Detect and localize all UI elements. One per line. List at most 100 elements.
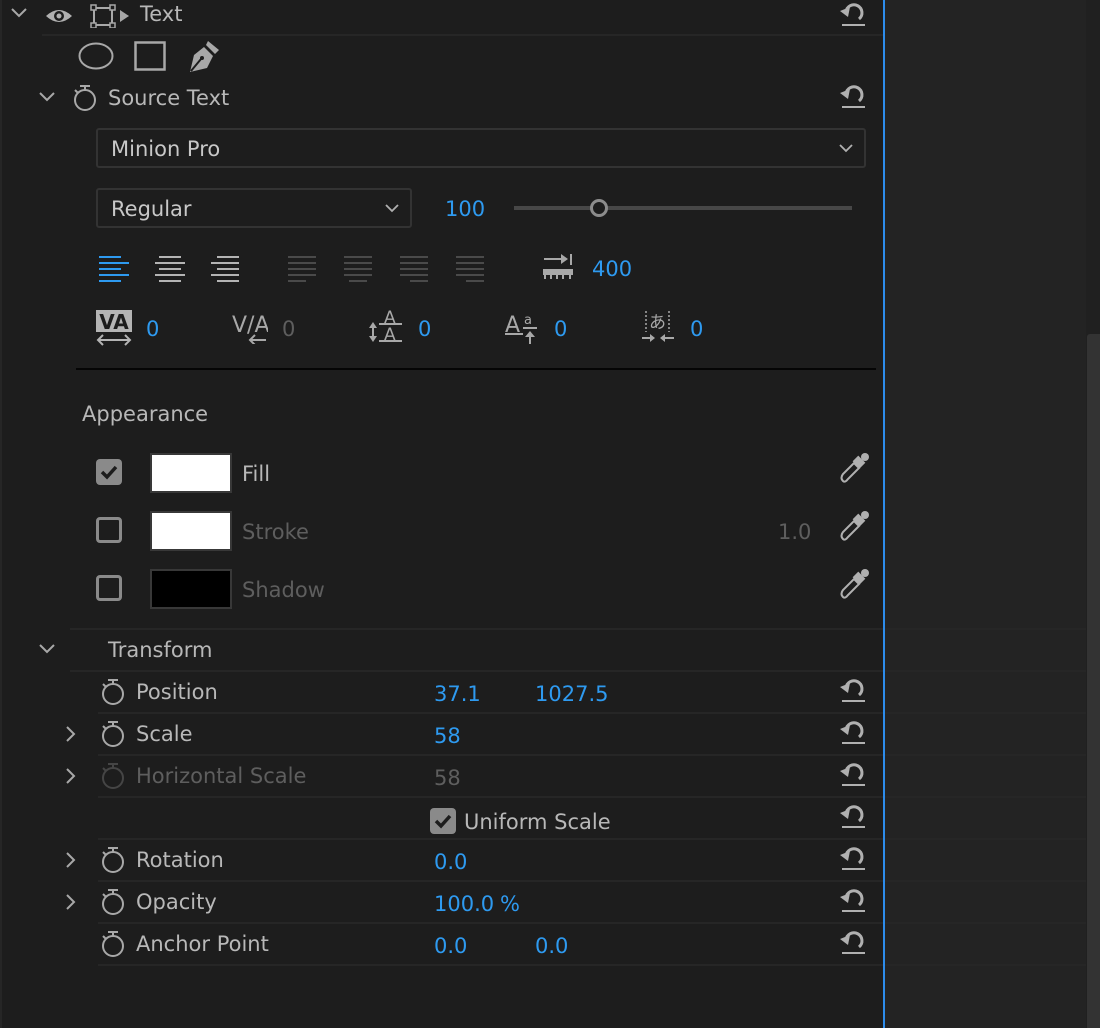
reset-icon[interactable] (839, 82, 867, 110)
stopwatch-icon[interactable] (100, 846, 126, 874)
stroke-checkbox[interactable] (96, 517, 122, 543)
svg-text:a: a (524, 313, 532, 328)
divider (42, 34, 884, 36)
tab-width-value[interactable]: 400 (592, 257, 632, 281)
reset-icon[interactable] (839, 802, 867, 830)
timeline-divider (884, 964, 1086, 966)
chevron-down-icon[interactable] (38, 642, 56, 656)
shadow-checkbox[interactable] (96, 575, 122, 601)
font-family-dropdown[interactable]: Minion Pro (96, 128, 866, 168)
divider (98, 922, 884, 924)
eyedropper-icon[interactable] (840, 452, 870, 484)
reset-icon[interactable] (839, 928, 867, 956)
stroke-label: Stroke (242, 520, 309, 544)
playhead-line[interactable] (883, 0, 885, 1028)
timeline-area[interactable] (884, 0, 1086, 1028)
anchor-point-x-value[interactable]: 0.0 (434, 934, 467, 958)
stopwatch-icon[interactable] (100, 930, 126, 958)
stopwatch-icon[interactable] (100, 888, 126, 916)
divider (98, 838, 884, 840)
timeline-divider (884, 880, 1086, 882)
tsume-value[interactable]: 0 (690, 317, 703, 341)
opacity-value[interactable]: 100.0 (434, 892, 494, 916)
reset-icon[interactable] (839, 886, 867, 914)
leading-icon: A A (369, 308, 402, 344)
chevron-right-icon[interactable] (64, 725, 78, 743)
rectangle-mask-icon[interactable] (134, 41, 166, 71)
stopwatch-icon[interactable] (72, 84, 98, 112)
eyedropper-icon[interactable] (840, 568, 870, 600)
position-label: Position (136, 680, 218, 704)
transform-bounds-icon[interactable] (90, 4, 132, 28)
font-style-dropdown[interactable]: Regular (96, 188, 412, 228)
tsume-icon: あ (642, 311, 674, 342)
chevron-down-icon[interactable] (38, 90, 56, 104)
eyedropper-icon[interactable] (840, 510, 870, 542)
slider-knob[interactable] (589, 199, 608, 217)
shadow-label: Shadow (242, 578, 325, 602)
pen-mask-icon[interactable] (187, 40, 221, 74)
align-right-icon[interactable] (211, 254, 243, 282)
reset-icon[interactable] (839, 718, 867, 746)
justify-all-icon[interactable] (456, 254, 488, 282)
reset-icon[interactable] (839, 676, 867, 704)
fill-label: Fill (242, 462, 271, 486)
justify-last-left-icon[interactable] (288, 254, 320, 282)
scale-value[interactable]: 58 (434, 724, 461, 748)
chevron-right-icon[interactable] (64, 893, 78, 911)
font-size-slider[interactable] (514, 199, 852, 217)
anchor-point-label: Anchor Point (136, 932, 269, 956)
kerning-value[interactable]: 0 (146, 317, 159, 341)
position-y-value[interactable]: 1027.5 (535, 682, 608, 706)
stopwatch-icon (102, 763, 124, 789)
fill-color-swatch[interactable] (150, 453, 232, 493)
align-left-icon[interactable] (99, 254, 131, 282)
tracking-value[interactable]: 0 (282, 317, 295, 341)
tab-width-icon (543, 254, 573, 279)
reset-icon[interactable] (839, 760, 867, 788)
chevron-right-icon[interactable] (64, 767, 78, 785)
stopwatch-icon[interactable] (100, 678, 126, 706)
shadow-color-swatch[interactable] (150, 569, 232, 609)
fill-checkbox[interactable] (96, 459, 122, 485)
baseline-shift-icon: A a (505, 313, 537, 344)
stroke-width-value[interactable]: 1.0 (778, 520, 811, 544)
source-text-label: Source Text (108, 86, 230, 110)
reset-icon[interactable] (839, 0, 867, 28)
scale-label: Scale (136, 722, 193, 746)
stopwatch-icon[interactable] (100, 720, 126, 748)
panel-left-edge (0, 0, 2, 1028)
divider (98, 754, 884, 756)
svg-text:VA: VA (99, 310, 129, 334)
reset-icon[interactable] (839, 844, 867, 872)
chevron-down-icon[interactable] (10, 6, 28, 20)
position-x-value[interactable]: 37.1 (434, 682, 481, 706)
anchor-point-y-value[interactable]: 0.0 (535, 934, 568, 958)
chevron-right-icon[interactable] (64, 851, 78, 869)
align-center-icon[interactable] (155, 254, 187, 282)
uniform-scale-label: Uniform Scale (464, 810, 611, 834)
divider (98, 796, 884, 798)
baseline-shift-value[interactable]: 0 (554, 317, 567, 341)
tracking-icon: V/A (232, 313, 268, 344)
uniform-scale-checkbox[interactable] (430, 808, 456, 834)
timeline-divider (884, 670, 1086, 672)
leading-value[interactable]: 0 (418, 317, 431, 341)
timeline-divider (884, 796, 1086, 798)
font-family-value: Minion Pro (111, 137, 221, 161)
eye-icon[interactable] (45, 6, 73, 26)
ellipse-mask-icon[interactable] (78, 42, 114, 70)
rotation-value[interactable]: 0.0 (434, 850, 467, 874)
justify-last-right-icon[interactable] (400, 254, 432, 282)
justify-last-center-icon[interactable] (344, 254, 376, 282)
rotation-label: Rotation (136, 848, 224, 872)
stroke-color-swatch[interactable] (150, 511, 232, 551)
svg-text:あ: あ (649, 313, 666, 333)
font-style-value: Regular (111, 197, 192, 221)
font-size-value[interactable]: 100 (445, 197, 485, 221)
svg-text:V/A: V/A (232, 313, 268, 338)
timeline-divider (884, 754, 1086, 756)
scrollbar-thumb[interactable] (1087, 334, 1100, 1028)
divider (70, 670, 884, 672)
divider (70, 628, 884, 630)
